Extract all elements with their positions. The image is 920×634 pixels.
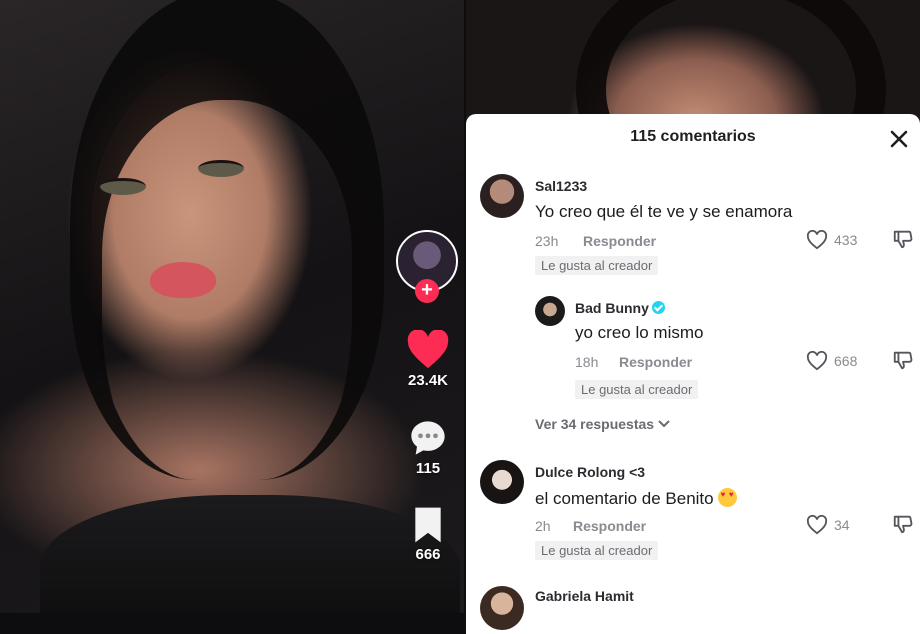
video-subject-hair-right (576, 0, 886, 120)
video-subject-eye-right (198, 160, 244, 177)
comment-like-count: 668 (834, 353, 858, 369)
like-icon[interactable] (806, 515, 828, 535)
avatar[interactable] (535, 296, 565, 326)
video-subject-eye-left (100, 178, 146, 195)
verified-icon (651, 301, 665, 314)
heart-icon[interactable] (388, 330, 464, 370)
comment-text-body: el comentario de Benito (535, 489, 714, 508)
avatar[interactable] (480, 586, 524, 630)
dislike-icon[interactable] (892, 228, 914, 250)
view-replies-button[interactable]: Ver 34 respuestas (535, 416, 670, 432)
save-count: 666 (415, 546, 441, 563)
comment-time: 2h (535, 518, 551, 534)
like-comment-button[interactable]: 34 (806, 515, 850, 535)
comment-text: yo creo lo mismo (575, 323, 704, 342)
follow-plus-icon[interactable]: + (415, 279, 439, 303)
reply-button[interactable]: Responder (573, 518, 646, 534)
creator-liked-badge: Le gusta al creador (575, 380, 699, 399)
chevron-down-icon (658, 420, 670, 428)
comments-title: 115 comentarios (630, 128, 756, 145)
reply-username[interactable]: Bad Bunny (575, 300, 649, 316)
creator-avatar-button[interactable]: + (396, 230, 458, 303)
like-comment-button[interactable]: 433 (806, 230, 857, 250)
comment-count: 115 (415, 460, 441, 477)
like-icon[interactable] (806, 351, 828, 371)
comment-text: el comentario de Benito (535, 488, 737, 509)
like-comment-button[interactable]: 668 (806, 351, 857, 371)
like-button[interactable]: 23.4K (388, 330, 464, 389)
comment-like-count: 34 (834, 517, 850, 533)
creator-liked-badge: Le gusta al creador (535, 541, 659, 560)
close-icon[interactable] (888, 128, 910, 150)
comment-text: Yo creo que él te ve y se enamora (535, 202, 793, 221)
comment-username[interactable]: Sal1233 (535, 178, 587, 194)
comment-button[interactable]: 115 (388, 418, 464, 477)
comment-like-count: 433 (834, 232, 858, 248)
view-replies-label[interactable]: Ver 34 respuestas (535, 416, 654, 432)
save-button[interactable]: 666 (388, 506, 464, 563)
bookmark-icon[interactable] (388, 506, 464, 544)
comment-time: 18h (575, 354, 599, 370)
avatar[interactable] (480, 460, 524, 504)
comment-username[interactable]: Dulce Rolong <3 (535, 464, 645, 480)
reply-button[interactable]: Responder (619, 354, 692, 370)
like-count: 23.4K (407, 372, 449, 389)
reply-button[interactable]: Responder (583, 233, 656, 249)
comments-sheet: 115 comentarios Sal1233 Yo creo que él t… (466, 114, 920, 634)
video-player-left[interactable]: + 23.4K 115 666 (0, 0, 464, 613)
video-subject-hair (70, 0, 384, 480)
comment-icon[interactable] (388, 418, 464, 458)
avatar[interactable] (480, 174, 524, 218)
comment-username[interactable]: Gabriela Hamit (535, 588, 634, 604)
comment-username[interactable]: Bad Bunny (575, 300, 665, 316)
video-player-right (466, 0, 920, 120)
heart-eyes-emoji-icon (717, 488, 737, 507)
video-subject-lips (150, 262, 216, 298)
comment-time: 23h (535, 233, 559, 249)
dislike-icon[interactable] (892, 349, 914, 371)
creator-liked-badge: Le gusta al creador (535, 256, 659, 275)
like-icon[interactable] (806, 230, 828, 250)
dislike-icon[interactable] (892, 513, 914, 535)
